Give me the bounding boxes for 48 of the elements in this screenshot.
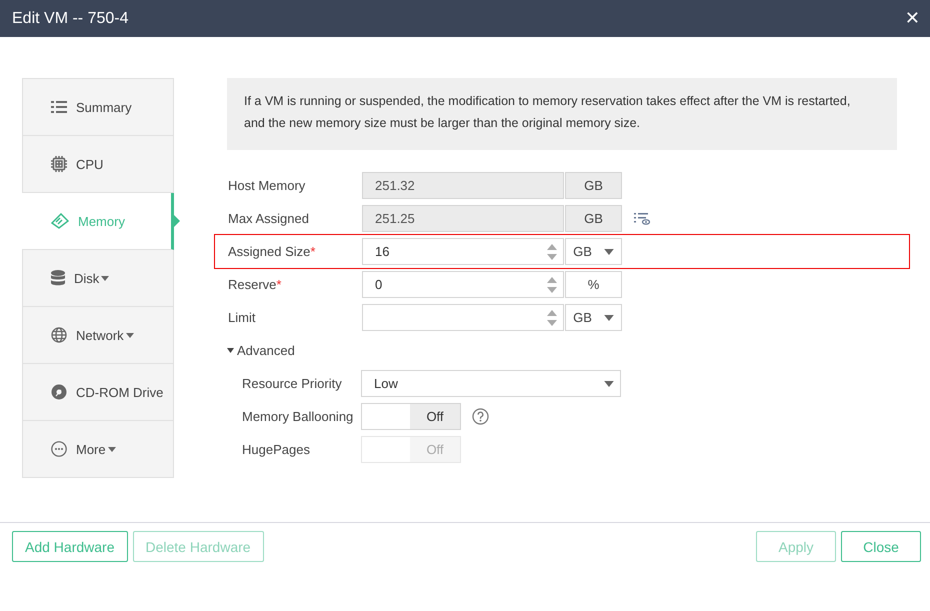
toggle-switch[interactable]: Off [361,403,461,430]
sidebar-item[interactable]: CD-ROM Drive [23,364,173,421]
more-icon [51,441,67,457]
sidebar-item[interactable]: Disk [23,250,173,307]
unit-label: GB [565,205,622,232]
number-input[interactable]: 0 [362,271,564,298]
caret-icon [108,446,116,452]
help-icon[interactable] [472,408,489,425]
list-icon [51,100,67,114]
spinner-icon[interactable] [547,244,557,260]
unit-label: GB [565,172,622,199]
sidebar-item[interactable]: CPU [23,136,173,193]
caret-icon [604,314,614,320]
memory-stick-icon [51,213,69,229]
caret-icon [604,380,614,386]
number-input[interactable]: 16 [362,238,564,265]
field-label: Max Assigned [228,211,310,226]
spinner-icon[interactable] [547,310,557,326]
caret-icon [101,276,110,280]
caret-icon [604,248,614,254]
field-label: Host Memory [228,178,306,193]
database-icon [51,270,65,286]
field-label: Reserve* [228,277,282,292]
caret-icon [126,332,134,338]
list-view-icon[interactable] [634,212,650,224]
field-label: Resource Priority [242,376,343,391]
field-label: HugePages [242,442,311,457]
number-input[interactable] [362,304,564,331]
chip-icon [51,156,67,172]
unit-dropdown[interactable]: GB [565,304,622,331]
unit-dropdown[interactable]: GB [565,238,622,265]
field-label: Memory Ballooning [242,409,354,424]
sidebar-item[interactable]: Summary [23,79,173,136]
spinner-icon[interactable] [547,276,557,292]
advanced-toggle[interactable]: Advanced [227,334,897,367]
window-title: Edit VM -- 750-4 [12,10,128,28]
sidebar-item[interactable]: More [23,421,173,478]
field-label: Limit [228,310,256,325]
info-notice: If a VM is running or suspended, the modification to memory reservation takes effect after the VM is restarted, and the new memory size must be larger than the original memory size. [227,78,897,150]
field-label: Assigned Size* [228,244,316,259]
readonly-field: 251.25 [362,205,564,232]
priority-dropdown[interactable]: Low [361,370,621,397]
caret-icon [227,348,234,353]
readonly-field: 251.32 [362,172,564,199]
disc-icon [51,384,67,400]
unit-label: % [565,271,622,298]
globe-icon [51,327,67,343]
sidebar-item[interactable]: Network [23,307,173,364]
